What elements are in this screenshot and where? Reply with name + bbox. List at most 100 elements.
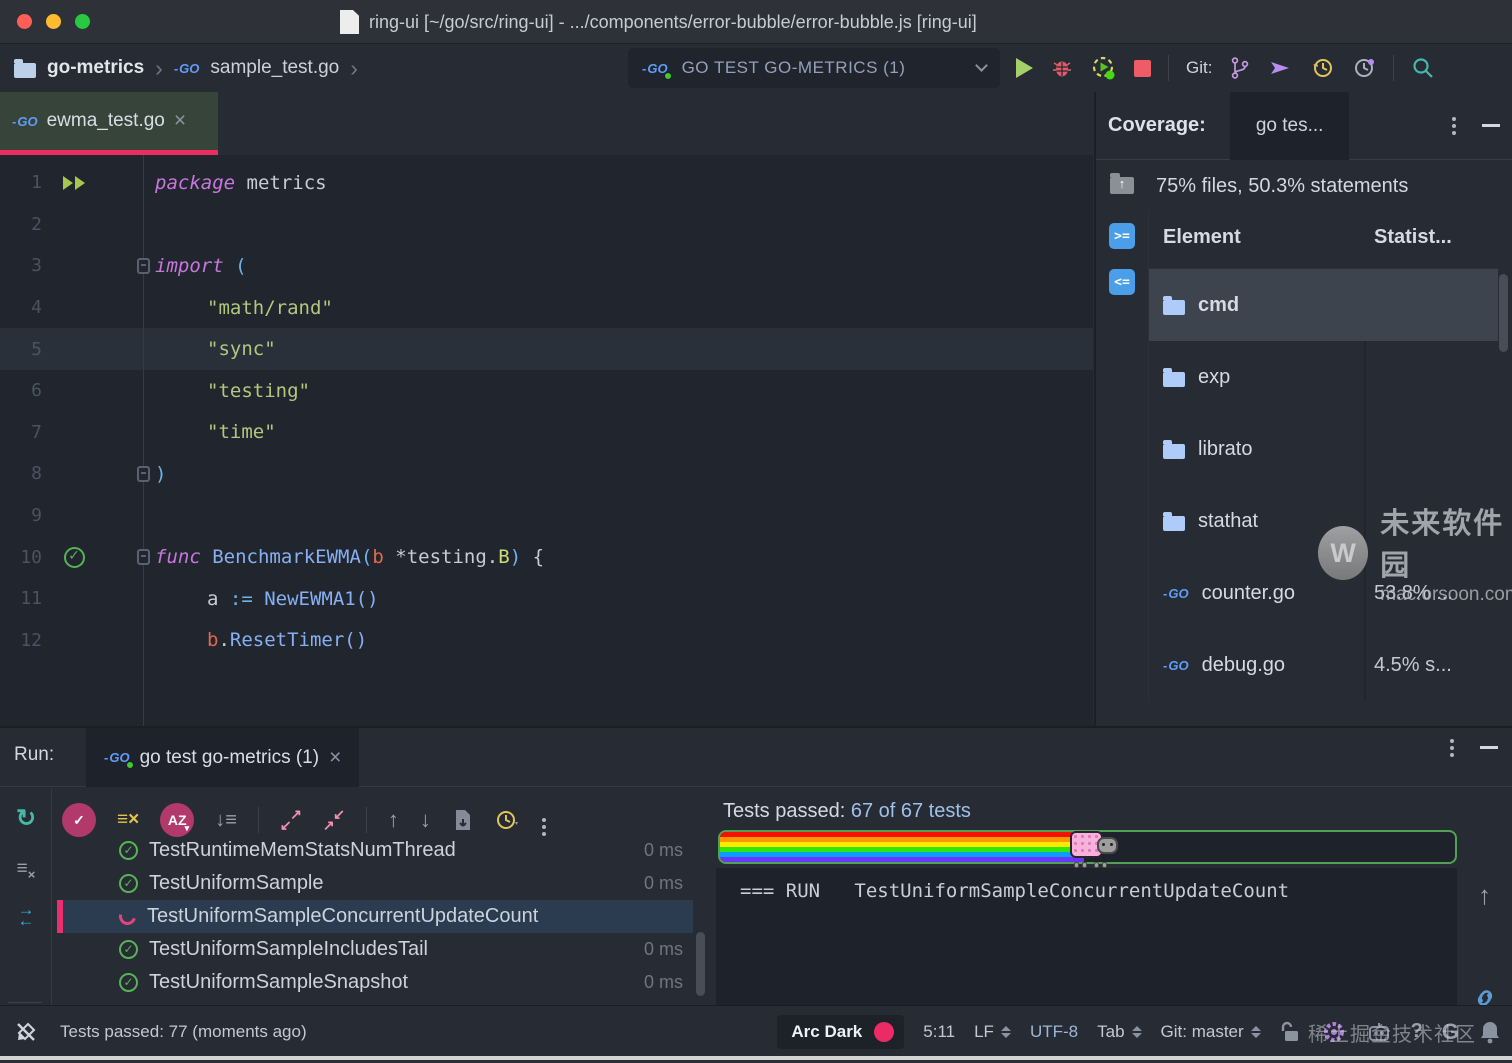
test-console[interactable]: === RUN TestUniformSampleConcurrentUpdat…	[716, 868, 1457, 1005]
previous-occurrence-icon[interactable]: ↑	[388, 807, 399, 833]
run-options-icon[interactable]	[1450, 738, 1454, 743]
test-passed-icon[interactable]	[63, 546, 85, 568]
git-branch-widget[interactable]: Git: master	[1161, 1022, 1261, 1042]
indent-widget[interactable]: Tab	[1097, 1022, 1142, 1042]
run-all-icon[interactable]	[63, 175, 85, 190]
robot-icon[interactable]	[1366, 1019, 1392, 1045]
code-line[interactable]: 8)	[0, 453, 1093, 495]
run-with-coverage-button[interactable]	[1091, 55, 1117, 81]
fold-toggle-icon[interactable]	[137, 257, 150, 274]
coverage-tab[interactable]: go tes...	[1229, 91, 1350, 160]
list-item[interactable]: TestUniformSampleConcurrentUpdateCount	[57, 900, 693, 933]
test-history-icon[interactable]	[495, 808, 521, 832]
unlock-icon[interactable]	[1280, 1020, 1302, 1044]
scroll-to-top-icon[interactable]: ↑	[1457, 880, 1512, 911]
hide-notifications-icon[interactable]	[14, 1020, 38, 1044]
theme-widget[interactable]: Arc Dark	[777, 1014, 905, 1049]
code-line[interactable]: 5 "sync"	[0, 328, 1093, 370]
git-branch-icon[interactable]	[1229, 56, 1251, 80]
table-row[interactable]: librato	[1149, 413, 1498, 485]
swap-panels-icon[interactable]: → ←	[0, 901, 52, 929]
breadcrumb-project[interactable]: go-metrics	[47, 57, 144, 79]
notification-bell-icon[interactable]	[1478, 1019, 1502, 1045]
rollback-icon[interactable]	[1352, 56, 1376, 80]
code-line[interactable]: 3 import (	[0, 245, 1093, 287]
code-line[interactable]: 2	[0, 204, 1093, 246]
code-token: )	[155, 462, 167, 485]
collapse-all-icon[interactable]: ↙ ↗	[323, 806, 345, 833]
editor[interactable]: ewma_test.go × 1 package metrics 2 3 import …	[0, 92, 1093, 726]
test-tree-scrollbar[interactable]	[696, 932, 705, 996]
code-line[interactable]: 12 b.ResetTimer()	[0, 620, 1093, 662]
element-name: exp	[1198, 365, 1231, 388]
code-line[interactable]: 10 func BenchmarkEWMA(b *testing.B) {	[0, 536, 1093, 578]
coverage-scrollbar[interactable]	[1499, 274, 1508, 352]
clear-all-icon[interactable]: ≡×	[0, 858, 52, 882]
code-line[interactable]: 1 package metrics	[0, 162, 1093, 204]
generate-report-icon[interactable]: >=	[1096, 223, 1148, 249]
sort-alphabetically-toggle[interactable]: AZ ▾	[160, 803, 195, 837]
close-run-tab-icon[interactable]: ×	[329, 747, 341, 768]
expand-all-icon[interactable]: ↗ ↙	[280, 806, 302, 833]
sort-by-duration-icon[interactable]: ↓≡	[215, 809, 237, 832]
table-row[interactable]: debug.go 4.5% s...	[1149, 629, 1498, 701]
encoding-widget[interactable]: UTF-8	[1030, 1022, 1078, 1042]
debug-button[interactable]	[1050, 56, 1074, 80]
column-statistics[interactable]: Statist...	[1374, 226, 1452, 249]
update-project-icon[interactable]	[1311, 56, 1335, 80]
code-line[interactable]: 7 "time"	[0, 412, 1093, 454]
code-line[interactable]: 4 "math/rand"	[0, 287, 1093, 329]
theme-color-dot	[874, 1021, 895, 1042]
list-item[interactable]: TestRuntimeMemStatsNumThread 0 ms	[57, 834, 693, 867]
code-line[interactable]: 6 "testing"	[0, 370, 1093, 412]
status-message[interactable]: Tests passed: 77 (moments ago)	[60, 1022, 307, 1042]
g-service-icon[interactable]: G	[1442, 1019, 1459, 1045]
code-area[interactable]: 1 package metrics 2 3 import (4 "math/rand" 5 "…	[0, 155, 1093, 726]
next-occurrence-icon[interactable]: ↓	[420, 807, 431, 833]
help-icon[interactable]: ?	[1411, 1020, 1423, 1043]
caret-position-widget[interactable]: 5:11	[923, 1022, 955, 1042]
rerun-tests-icon[interactable]: ↻	[0, 807, 52, 831]
code-token: BenchmarkEWMA	[212, 546, 361, 569]
list-item[interactable]: TestUniformSampleIncludesTail 0 ms	[57, 933, 693, 966]
flatten-packages-icon[interactable]: <=	[1096, 269, 1148, 295]
fold-toggle-icon[interactable]	[137, 549, 150, 566]
line-number: 1	[31, 172, 42, 194]
show-ignored-toggle[interactable]: ≡×	[117, 809, 139, 831]
gradle-gear-icon[interactable]	[1321, 1019, 1347, 1045]
search-everywhere-icon[interactable]	[1411, 56, 1435, 80]
fold-toggle-icon[interactable]	[137, 465, 150, 482]
navigate-up-icon[interactable]	[1096, 173, 1148, 194]
coverage-panel: Coverage: go tes... >= <= 75% files, 50.…	[1094, 91, 1512, 726]
run-tab[interactable]: go test go-metrics (1) ×	[86, 728, 360, 787]
table-row[interactable]: cmd	[1149, 269, 1498, 341]
more-options-icon[interactable]	[541, 818, 546, 822]
list-item[interactable]: TestUniformSample 0 ms	[57, 867, 693, 900]
table-row[interactable]: exp	[1149, 341, 1498, 413]
list-item[interactable]: TestUniformSampleSnapshot 0 ms	[57, 966, 693, 999]
column-element[interactable]: Element	[1163, 226, 1241, 249]
minimize-window-button[interactable]	[46, 14, 61, 29]
show-passed-toggle[interactable]: ✓	[62, 803, 96, 837]
fullscreen-window-button[interactable]	[75, 14, 90, 29]
close-tab-icon[interactable]: ×	[174, 110, 186, 131]
import-test-results-icon[interactable]	[452, 808, 474, 832]
git-push-icon[interactable]	[1268, 57, 1294, 79]
run-configuration-selector[interactable]: GO TEST GO-METRICS (1)	[628, 48, 1000, 88]
hide-coverage-panel-icon[interactable]	[1482, 124, 1500, 127]
table-row[interactable]: stathat	[1149, 485, 1498, 557]
caret-position: 5:11	[923, 1021, 956, 1041]
coverage-table-header[interactable]: Element Statist...	[1149, 210, 1498, 269]
editor-tab-ewma-test[interactable]: ewma_test.go ×	[0, 92, 218, 155]
close-window-button[interactable]	[17, 14, 32, 29]
coverage-options-icon[interactable]	[1452, 116, 1456, 121]
test-duration: 0 ms	[643, 939, 683, 959]
code-line[interactable]: 11 a := NewEWMA1()	[0, 578, 1093, 620]
code-line[interactable]: 9	[0, 495, 1093, 537]
run-button[interactable]	[1016, 58, 1033, 78]
table-row[interactable]: counter.go 53.8% ...	[1149, 557, 1498, 629]
line-separator-widget[interactable]: LF	[974, 1022, 1011, 1042]
breadcrumb-file[interactable]: sample_test.go	[210, 57, 339, 79]
hide-run-panel-icon[interactable]	[1480, 746, 1498, 749]
stop-button[interactable]	[1134, 59, 1151, 77]
